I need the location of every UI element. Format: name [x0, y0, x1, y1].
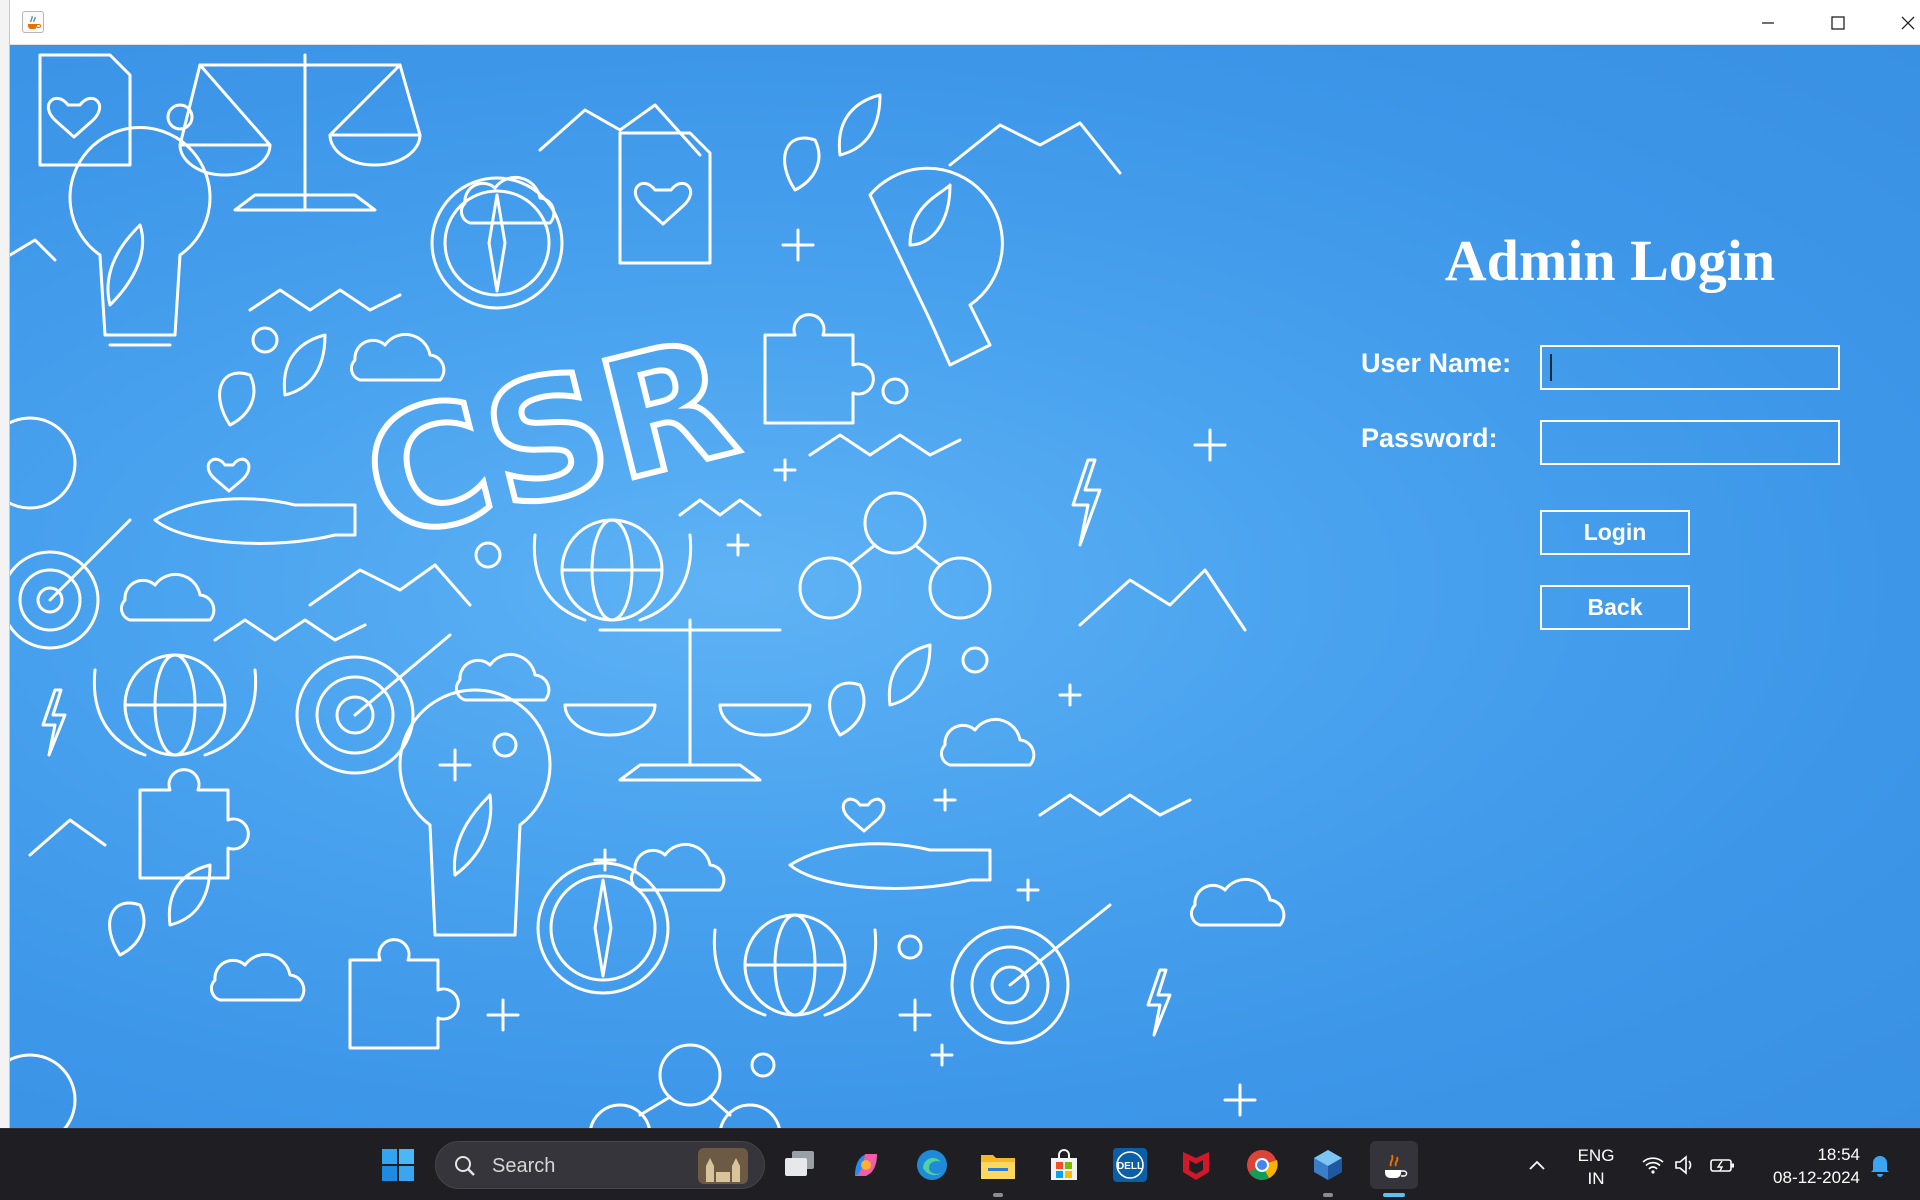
- dell-icon[interactable]: DELL: [1106, 1141, 1154, 1189]
- back-button[interactable]: Back: [1540, 585, 1690, 630]
- maximize-button[interactable]: [1804, 0, 1872, 45]
- bell-icon[interactable]: [1862, 1141, 1898, 1189]
- login-panel: CSR Admin Login User Name: Password: Log…: [10, 45, 1920, 1128]
- chevron-up-icon[interactable]: [1516, 1141, 1558, 1189]
- username-input[interactable]: [1540, 345, 1840, 390]
- puzzle-icon: [138, 768, 250, 880]
- minimize-button[interactable]: [1734, 0, 1802, 45]
- cathedral-highlight-icon: [698, 1148, 748, 1184]
- hand-heart-icon: [788, 797, 992, 890]
- password-input[interactable]: [1540, 420, 1840, 465]
- network-people-icon: [589, 1043, 781, 1128]
- target-icon: [295, 633, 452, 775]
- search-icon: [455, 1156, 475, 1176]
- hand-heart-icon: [153, 457, 357, 545]
- volume-icon[interactable]: [1668, 1141, 1702, 1189]
- lightbulb-icon: [68, 126, 212, 347]
- network-people-icon: [798, 491, 992, 620]
- clock[interactable]: 18:54 08-12-2024: [1752, 1143, 1860, 1189]
- target-icon: [10, 518, 132, 650]
- search-placeholder: Search: [492, 1155, 556, 1177]
- maximize-icon: [1831, 15, 1845, 30]
- username-label: User Name:: [1361, 348, 1512, 378]
- globe-hands-icon: [92, 653, 258, 757]
- language-text: ENG: [1577, 1146, 1615, 1165]
- java-cup-icon: [22, 11, 44, 33]
- title-bar[interactable]: [10, 0, 1920, 45]
- taskbar-search[interactable]: Search: [435, 1141, 765, 1189]
- region-text: IN: [1587, 1169, 1605, 1188]
- csr-doodle-background: CSR: [10, 53, 1286, 1128]
- svg-text:DELL: DELL: [1117, 1161, 1143, 1172]
- text-caret: [1550, 354, 1552, 381]
- wifi-icon[interactable]: [1635, 1141, 1671, 1189]
- lightbulb-icon: [398, 688, 552, 937]
- active-indicator: [1383, 1193, 1405, 1197]
- date-text: 08-12-2024: [1773, 1168, 1860, 1187]
- compass-icon: [536, 861, 670, 995]
- battery-icon[interactable]: [1705, 1141, 1741, 1189]
- login-button[interactable]: Login: [1540, 510, 1690, 555]
- minimize-icon: [1762, 21, 1774, 24]
- page-title: Admin Login: [1444, 228, 1776, 293]
- running-indicator: [993, 1193, 1003, 1197]
- target-icon: [950, 903, 1112, 1045]
- windows-start-icon[interactable]: [374, 1141, 422, 1189]
- chrome-icon[interactable]: [1238, 1141, 1286, 1189]
- mcafee-icon[interactable]: [1172, 1141, 1220, 1189]
- running-indicator: [1323, 1193, 1333, 1197]
- puzzle-icon: [348, 938, 460, 1050]
- app-window: CSR Admin Login User Name: Password: Log…: [0, 0, 1920, 1128]
- taskbar: Search DELL ENG IN 18:54 08-12-2024: [0, 1128, 1920, 1200]
- file-explorer-icon[interactable]: [974, 1141, 1022, 1189]
- task-view-icon[interactable]: [776, 1141, 824, 1189]
- lightbulb-icon: [868, 166, 1004, 367]
- scales-icon: [178, 53, 422, 212]
- window-left-edge: [0, 0, 10, 1128]
- netbeans-icon[interactable]: [1304, 1141, 1352, 1189]
- globe-hands-icon: [712, 913, 878, 1017]
- time-text: 18:54: [1817, 1145, 1860, 1164]
- language-indicator[interactable]: ENG IN: [1574, 1144, 1618, 1190]
- edge-icon[interactable]: [908, 1141, 956, 1189]
- scales-icon: [563, 618, 812, 782]
- java-icon[interactable]: [1370, 1141, 1418, 1189]
- close-icon: [1901, 16, 1915, 29]
- password-label: Password:: [1361, 423, 1498, 453]
- puzzle-icon: [763, 313, 875, 425]
- heart-document-icon: [38, 53, 132, 167]
- close-button[interactable]: [1874, 0, 1920, 45]
- copilot-icon[interactable]: [842, 1141, 890, 1189]
- microsoft-store-icon[interactable]: [1040, 1141, 1088, 1189]
